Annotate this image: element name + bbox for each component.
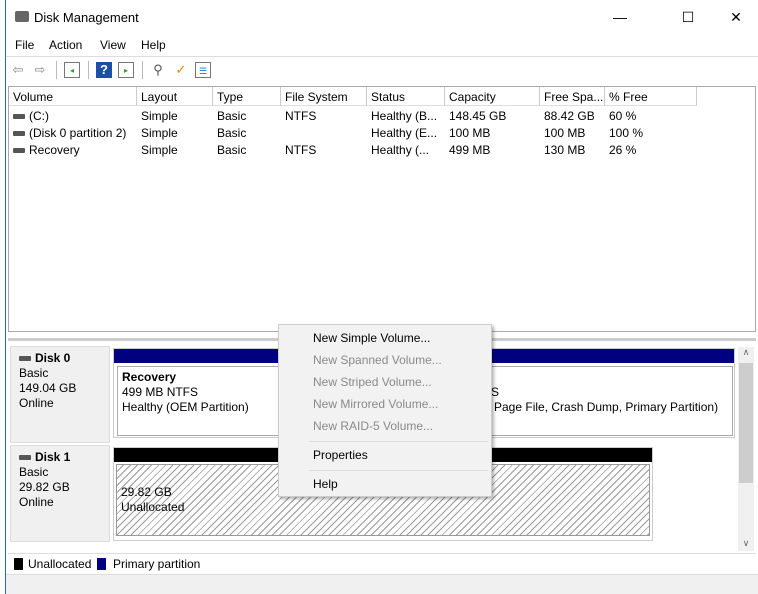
vertical-scrollbar[interactable]: ∧ ∨ bbox=[738, 347, 754, 551]
table-row[interactable]: (Disk 0 partition 2) Simple Basic Healthy (… bbox=[9, 125, 755, 142]
volume-icon bbox=[13, 114, 25, 119]
app-icon bbox=[15, 11, 29, 22]
close-button[interactable]: ✕ bbox=[713, 0, 758, 34]
cell-pct: 60 % bbox=[609, 109, 637, 123]
legend: Unallocated Primary partition bbox=[8, 553, 756, 574]
menu-bar: File Action View Help bbox=[6, 34, 758, 56]
volume-icon bbox=[13, 148, 25, 153]
column-capacity[interactable]: Capacity bbox=[445, 87, 540, 106]
maximize-button[interactable]: ☐ bbox=[665, 0, 711, 34]
disk-management-window: Disk Management — ☐ ✕ File Action View H… bbox=[5, 0, 758, 594]
cell-volume: Recovery bbox=[29, 143, 80, 157]
column-volume[interactable]: Volume bbox=[9, 87, 137, 106]
menu-new-mirrored-volume: New Mirrored Volume... bbox=[313, 397, 439, 411]
table-row[interactable]: (C:) Simple Basic NTFS Healthy (B... 148.45 G… bbox=[9, 108, 755, 125]
primary-swatch bbox=[97, 558, 106, 570]
unallocated-swatch bbox=[14, 558, 23, 570]
window-title: Disk Management bbox=[34, 10, 139, 25]
cell-pct: 100 % bbox=[609, 126, 644, 140]
column-type[interactable]: Type bbox=[213, 87, 281, 106]
cell-type: Basic bbox=[217, 143, 247, 157]
cell-free: 100 MB bbox=[544, 126, 586, 140]
recovery-partition[interactable]: Recovery 499 MB NTFS Healthy (OEM Partit… bbox=[117, 366, 279, 436]
show-action-pane-icon[interactable]: ▸ bbox=[118, 62, 134, 78]
column-free-space[interactable]: Free Spa... bbox=[540, 87, 605, 106]
menu-separator bbox=[309, 441, 488, 442]
disk-icon bbox=[19, 455, 31, 461]
title-bar: Disk Management — ☐ ✕ bbox=[6, 0, 758, 34]
scroll-up-icon[interactable]: ∧ bbox=[738, 347, 754, 358]
menu-separator bbox=[309, 470, 488, 471]
menu-file[interactable]: File bbox=[15, 38, 34, 52]
menu-new-simple-volume[interactable]: New Simple Volume... bbox=[313, 331, 430, 345]
cell-capacity: 499 MB bbox=[449, 143, 491, 157]
menu-help[interactable]: Help bbox=[313, 477, 338, 491]
settings-list-icon[interactable]: ☰ bbox=[195, 62, 211, 78]
cell-pct: 26 % bbox=[609, 143, 637, 157]
cell-type: Basic bbox=[217, 109, 247, 123]
column-status[interactable]: Status bbox=[367, 87, 445, 106]
cell-volume: (C:) bbox=[29, 109, 49, 123]
cell-free: 130 MB bbox=[544, 143, 586, 157]
table-row[interactable]: Recovery Simple Basic NTFS Healthy (... 499 M… bbox=[9, 142, 755, 159]
cell-status: Healthy (B... bbox=[371, 109, 438, 123]
disk-0-label[interactable]: Disk 0 Basic 149.04 GB Online bbox=[10, 346, 110, 443]
minimize-button[interactable]: — bbox=[597, 0, 643, 34]
menu-action[interactable]: Action bbox=[49, 38, 82, 52]
cell-layout: Simple bbox=[141, 126, 178, 140]
cell-capacity: 100 MB bbox=[449, 126, 491, 140]
cell-layout: Simple bbox=[141, 109, 178, 123]
properties-icon[interactable]: ✓ bbox=[173, 62, 189, 78]
disk-icon bbox=[19, 356, 31, 362]
cell-volume: (Disk 0 partition 2) bbox=[29, 126, 127, 140]
cell-status: Healthy (... bbox=[371, 143, 430, 157]
column-file-system[interactable]: File System bbox=[281, 87, 367, 106]
forward-icon[interactable]: ⇨ bbox=[32, 62, 48, 78]
status-bar bbox=[6, 574, 758, 594]
scrollbar-thumb[interactable] bbox=[739, 363, 753, 483]
menu-properties[interactable]: Properties bbox=[313, 448, 368, 462]
volume-icon bbox=[13, 131, 25, 136]
column-percent-free[interactable]: % Free bbox=[605, 87, 697, 106]
cell-fs: NTFS bbox=[285, 143, 317, 157]
cell-capacity: 148.45 GB bbox=[449, 109, 507, 123]
volume-list: Volume Layout Type File System Status Ca… bbox=[8, 86, 756, 332]
menu-new-striped-volume: New Striped Volume... bbox=[313, 375, 432, 389]
console-tree-icon[interactable]: ◂ bbox=[64, 62, 80, 78]
cell-status: Healthy (E... bbox=[371, 126, 438, 140]
cell-type: Basic bbox=[217, 126, 247, 140]
cell-layout: Simple bbox=[141, 143, 178, 157]
connect-icon[interactable]: ⚲ bbox=[150, 62, 166, 78]
column-layout[interactable]: Layout bbox=[137, 87, 213, 106]
menu-view[interactable]: View bbox=[100, 38, 126, 52]
help-icon[interactable]: ? bbox=[96, 62, 112, 78]
context-menu: New Simple Volume... New Spanned Volume.… bbox=[278, 324, 492, 497]
cell-fs: NTFS bbox=[285, 109, 317, 123]
scroll-down-icon[interactable]: ∨ bbox=[738, 538, 754, 549]
back-icon[interactable]: ⇦ bbox=[10, 62, 26, 78]
toolbar: ⇦ ⇨ ◂ ? ▸ ⚲ ✓ ☰ bbox=[6, 56, 758, 82]
menu-new-raid5-volume: New RAID-5 Volume... bbox=[313, 419, 434, 433]
menu-new-spanned-volume: New Spanned Volume... bbox=[313, 353, 442, 367]
cell-free: 88.42 GB bbox=[544, 109, 595, 123]
menu-help[interactable]: Help bbox=[141, 38, 166, 52]
disk-1-label[interactable]: Disk 1 Basic 29.82 GB Online bbox=[10, 445, 110, 542]
